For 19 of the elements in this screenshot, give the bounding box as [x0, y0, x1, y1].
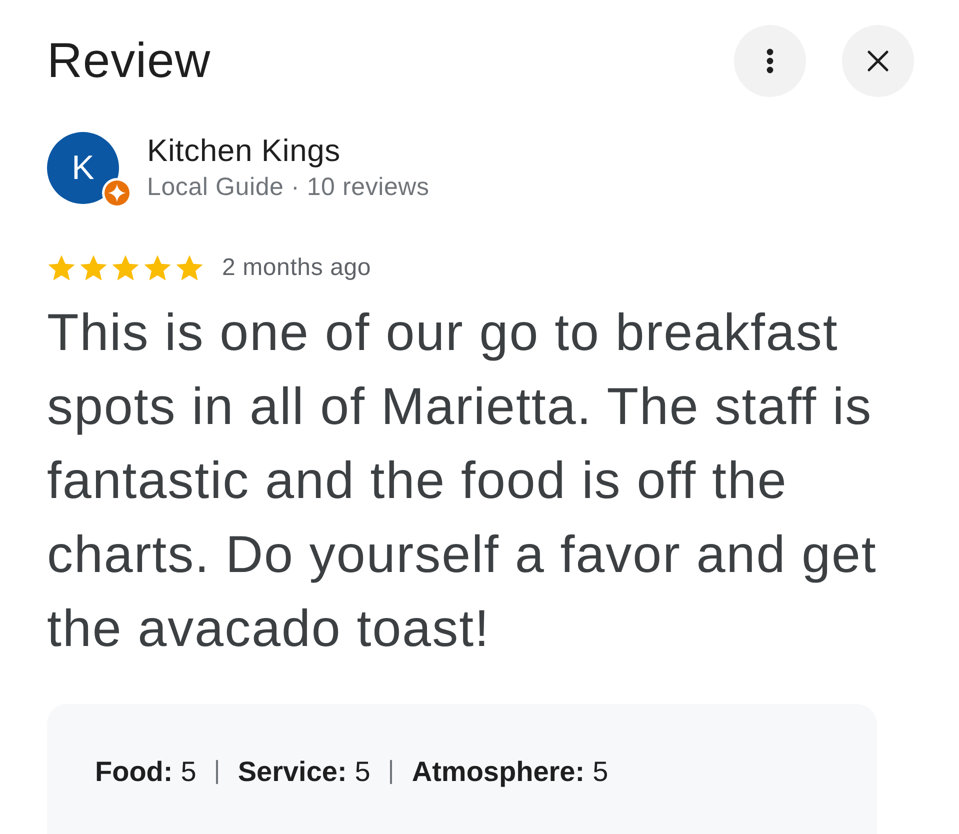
- review-text: This is one of our go to breakfast spots in all of Marietta. The staff is fantastic and the food is off the charts. Do yourself a favor and get the avacado toast!: [47, 303, 878, 660]
- reviewer-info: Local Guide · 10 reviews: [147, 172, 430, 202]
- star-icon: [47, 254, 76, 282]
- close-icon: [867, 50, 889, 72]
- star-icon: [175, 254, 204, 282]
- rating-value: 5: [354, 756, 370, 788]
- rating-label: Atmosphere:: [412, 756, 585, 788]
- rating-label: Food:: [95, 756, 173, 788]
- rating-label: Service:: [238, 756, 347, 788]
- star-icon: [111, 254, 140, 282]
- review-date: 2 months ago: [222, 254, 372, 282]
- star-icon: [143, 254, 172, 282]
- reviewer-name[interactable]: Kitchen Kings: [147, 132, 430, 168]
- rating-value: 5: [592, 756, 608, 788]
- star-icon: [79, 254, 108, 282]
- more-icon: [766, 48, 774, 74]
- page-title: Review: [47, 33, 211, 89]
- rating-value: 5: [180, 756, 196, 788]
- avatar: K: [47, 132, 119, 204]
